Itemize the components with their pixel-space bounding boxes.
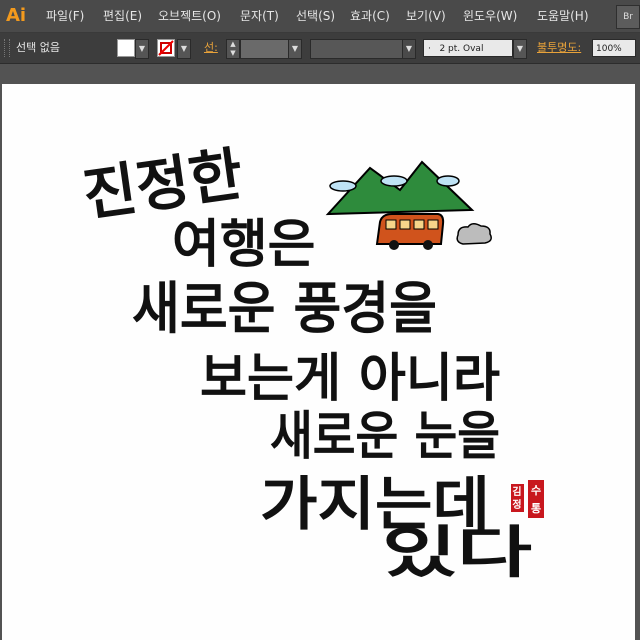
brush-definition[interactable]: · 2 pt. Oval	[423, 39, 513, 57]
no-stroke-icon	[158, 40, 174, 56]
chevron-down-icon: ▼	[291, 44, 299, 53]
seal-char-1: 김	[512, 486, 521, 498]
menu-file[interactable]: 파일(F)	[46, 0, 84, 32]
opacity-label[interactable]: 불투명도:	[537, 33, 581, 63]
menu-object[interactable]: 오브젝트(O)	[158, 0, 221, 32]
fill-swatch[interactable]	[117, 39, 135, 57]
red-seal-stamp: 김 정 수 통	[511, 480, 544, 518]
artwork: 진정한 여행은 새로운 풍경을 보는게 아니라 새로운 눈을 가지는데 있다 김…	[79, 140, 544, 586]
menu-view[interactable]: 보기(V)	[406, 0, 446, 32]
brush-dot: ·	[428, 44, 431, 54]
menu-effect[interactable]: 효과(C)	[350, 0, 390, 32]
menu-help[interactable]: 도움말(H)	[537, 0, 589, 32]
bus-illustration	[375, 213, 492, 250]
illustrator-logo: Ai	[6, 5, 27, 26]
calligraphy-line-5: 새로운 눈을	[270, 407, 500, 467]
mountain-illustration	[325, 160, 475, 216]
selection-status: 선택 없음	[16, 41, 60, 54]
brush-dropdown[interactable]: ▼	[513, 39, 527, 59]
calligraphy-line-2: 여행은	[172, 215, 316, 275]
menu-bar: Ai 파일(F) 편집(E) 오브젝트(O) 문자(T) 선택(S) 효과(C)…	[0, 0, 640, 33]
stroke-weight-stepper[interactable]: ▲ ▼	[226, 39, 240, 59]
artboard[interactable]: 진정한 여행은 새로운 풍경을 보는게 아니라 새로운 눈을 가지는데 있다 김…	[2, 84, 635, 640]
profile-dropdown[interactable]: ▼	[402, 39, 416, 59]
stroke-weight-field[interactable]	[240, 39, 290, 59]
up-arrow-icon: ▲	[230, 40, 236, 48]
calligraphy-line-7: 있다	[382, 521, 532, 586]
chevron-down-icon: ▼	[138, 44, 146, 53]
seal-char-3: 수	[531, 484, 541, 497]
panel-grip[interactable]	[4, 39, 10, 57]
bridge-button[interactable]: Br	[616, 5, 640, 29]
calligraphy-line-3: 새로운 풍경을	[132, 277, 437, 342]
chevron-down-icon: ▼	[180, 44, 188, 53]
chevron-down-icon: ▼	[516, 44, 524, 53]
fill-dropdown[interactable]: ▼	[135, 39, 149, 59]
chevron-down-icon: ▼	[405, 44, 413, 53]
stroke-weight-dropdown[interactable]: ▼	[288, 39, 302, 59]
stroke-swatch[interactable]	[157, 39, 175, 57]
seal-char-2: 정	[512, 498, 521, 511]
down-arrow-icon: ▼	[230, 49, 236, 57]
menu-edit[interactable]: 편집(E)	[103, 0, 142, 32]
seal-char-4: 통	[531, 502, 541, 515]
menu-type[interactable]: 문자(T)	[240, 0, 279, 32]
stroke-dropdown[interactable]: ▼	[177, 39, 191, 59]
variable-width-profile[interactable]	[310, 39, 404, 59]
brush-name: 2 pt. Oval	[439, 44, 484, 54]
stroke-weight-label[interactable]: 선:	[204, 33, 218, 63]
menu-select[interactable]: 선택(S)	[296, 0, 335, 32]
menu-window[interactable]: 윈도우(W)	[463, 0, 517, 32]
calligraphy-line-4: 보는게 아니라	[200, 349, 500, 409]
control-bar: 선택 없음 ▼ ▼ 선: ▲ ▼ ▼ ▼ · 2 pt. Oval ▼ 불투명도:…	[0, 33, 640, 64]
opacity-field[interactable]: 100%	[592, 39, 636, 57]
